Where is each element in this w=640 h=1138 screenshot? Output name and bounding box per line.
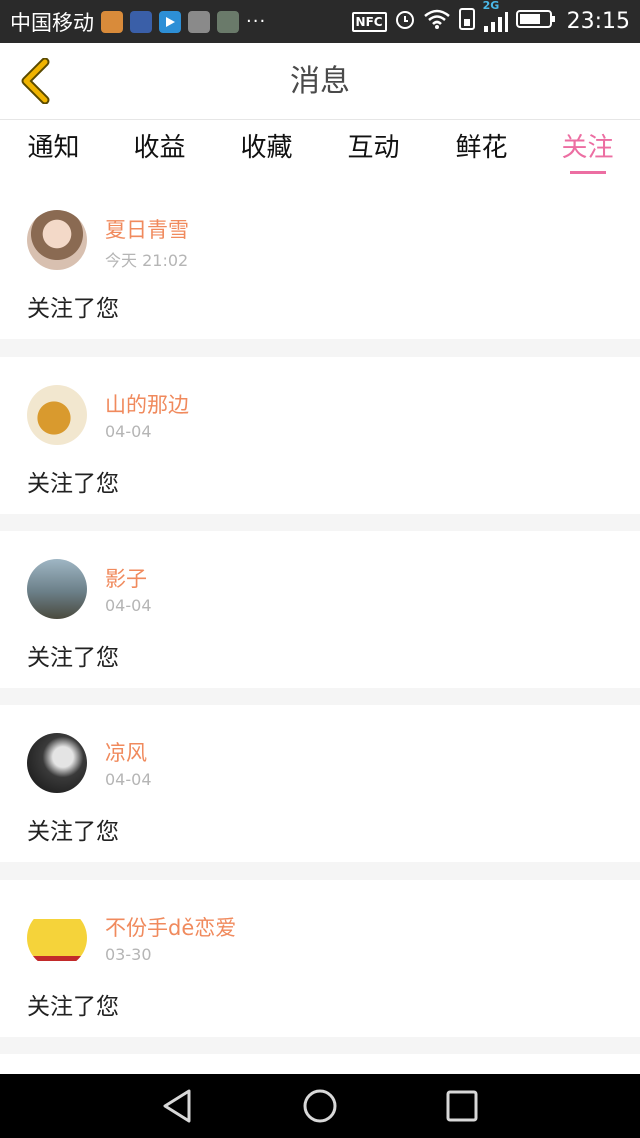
message-text: 关注了您 [27,471,119,497]
message-text: 关注了您 [27,645,119,671]
system-navigation-bar [0,1074,640,1138]
nav-recents-button[interactable] [432,1084,492,1128]
timestamp: 04-04 [105,770,152,789]
more-notifications-icon: ··· [246,11,267,32]
list-item[interactable]: 不份手dě恋爱 03-30 关注了您 [0,880,640,1037]
square-recents-icon [446,1090,478,1122]
triangle-back-icon [163,1089,191,1123]
tab-favorites[interactable]: 收藏 [213,120,320,182]
battery-icon [515,8,556,35]
app-header: 消息 [0,43,640,120]
tab-notifications[interactable]: 通知 [0,120,107,182]
avatar[interactable] [27,210,87,270]
page-title: 消息 [290,64,350,99]
status-bar: 中国移动 ··· NFC 2G 23:15 [0,0,640,43]
wifi-icon [423,8,451,35]
username[interactable]: 山的那边 [105,389,189,419]
nav-back-button[interactable] [148,1084,208,1128]
avatar[interactable] [27,908,87,968]
tab-earnings[interactable]: 收益 [106,120,213,182]
circle-home-icon [303,1089,337,1123]
list-item [0,1054,640,1074]
app-notification-icon [101,10,123,33]
username[interactable]: 不份手dě恋爱 [105,912,236,942]
message-text: 关注了您 [27,296,119,322]
app-notification-icon [130,10,152,33]
avatar[interactable] [27,559,87,619]
nav-home-button[interactable] [290,1084,350,1128]
alarm-icon [394,8,416,35]
nfc-icon: NFC [351,11,387,32]
avatar[interactable] [27,733,87,793]
tab-bar: 通知 收益 收藏 互动 鲜花 关注 [0,120,640,182]
list-item[interactable]: 凉风 04-04 关注了您 [0,705,640,862]
status-bar-left: 中国移动 ··· [10,7,266,37]
status-bar-right: NFC 2G 23:15 [351,0,630,36]
username[interactable]: 影子 [105,563,147,593]
tab-flowers[interactable]: 鲜花 [428,120,535,182]
username[interactable]: 凉风 [105,737,147,767]
carrier-label: 中国移动 [10,10,94,35]
username[interactable]: 夏日青雪 [105,214,189,244]
timestamp: 03-30 [105,945,152,964]
clock: 23:15 [566,9,630,34]
sim-icon [458,7,476,36]
active-tab-indicator [570,171,606,174]
timestamp: 04-04 [105,422,152,441]
app-notification-icon [188,10,210,33]
message-text: 关注了您 [27,819,119,845]
play-icon [159,10,181,33]
timestamp: 04-04 [105,596,152,615]
message-text: 关注了您 [27,994,119,1020]
list-item[interactable]: 山的那边 04-04 关注了您 [0,357,640,514]
signal-icon: 2G [483,0,509,33]
network-type-label: 2G [482,0,500,12]
app-notification-icon [217,10,239,33]
timestamp: 今天 21:02 [105,251,189,270]
list-item[interactable]: 夏日青雪 今天 21:02 关注了您 [0,182,640,339]
tab-interactions[interactable]: 互动 [320,120,427,182]
list-item[interactable]: 影子 04-04 关注了您 [0,531,640,688]
avatar[interactable] [27,385,87,445]
